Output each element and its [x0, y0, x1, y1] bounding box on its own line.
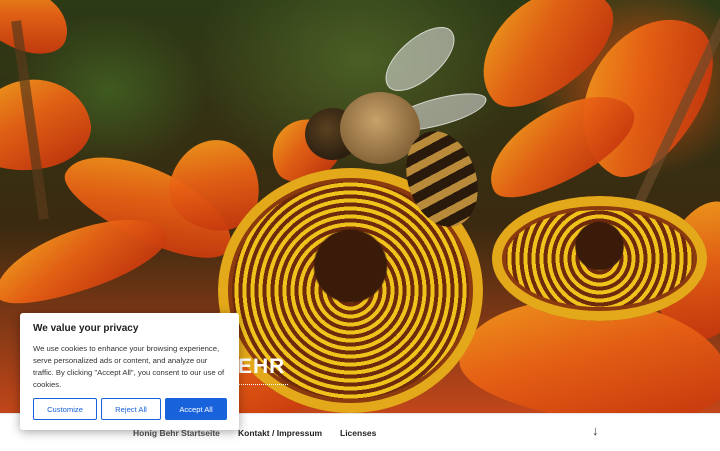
cookie-title: We value your privacy [33, 323, 139, 334]
customize-button[interactable]: Customize [33, 398, 97, 420]
cookie-consent-dialog: We value your privacy We use cookies to … [20, 313, 239, 430]
site-title: EHR [238, 355, 286, 378]
bee-wing [373, 17, 467, 101]
flower-center [492, 196, 707, 321]
arrow-down-icon[interactable]: ↓ [592, 423, 599, 438]
accept-all-button[interactable]: Accept All [165, 398, 227, 420]
nav-item-licenses[interactable]: Licenses [340, 428, 376, 438]
title-underline [238, 384, 288, 385]
cookie-actions: Customize Reject All Accept All [33, 398, 227, 420]
cookie-description: We use cookies to enhance your browsing … [33, 344, 225, 389]
nav-item-contact[interactable]: Kontakt / Impressum [238, 428, 322, 438]
reject-all-button[interactable]: Reject All [101, 398, 161, 420]
